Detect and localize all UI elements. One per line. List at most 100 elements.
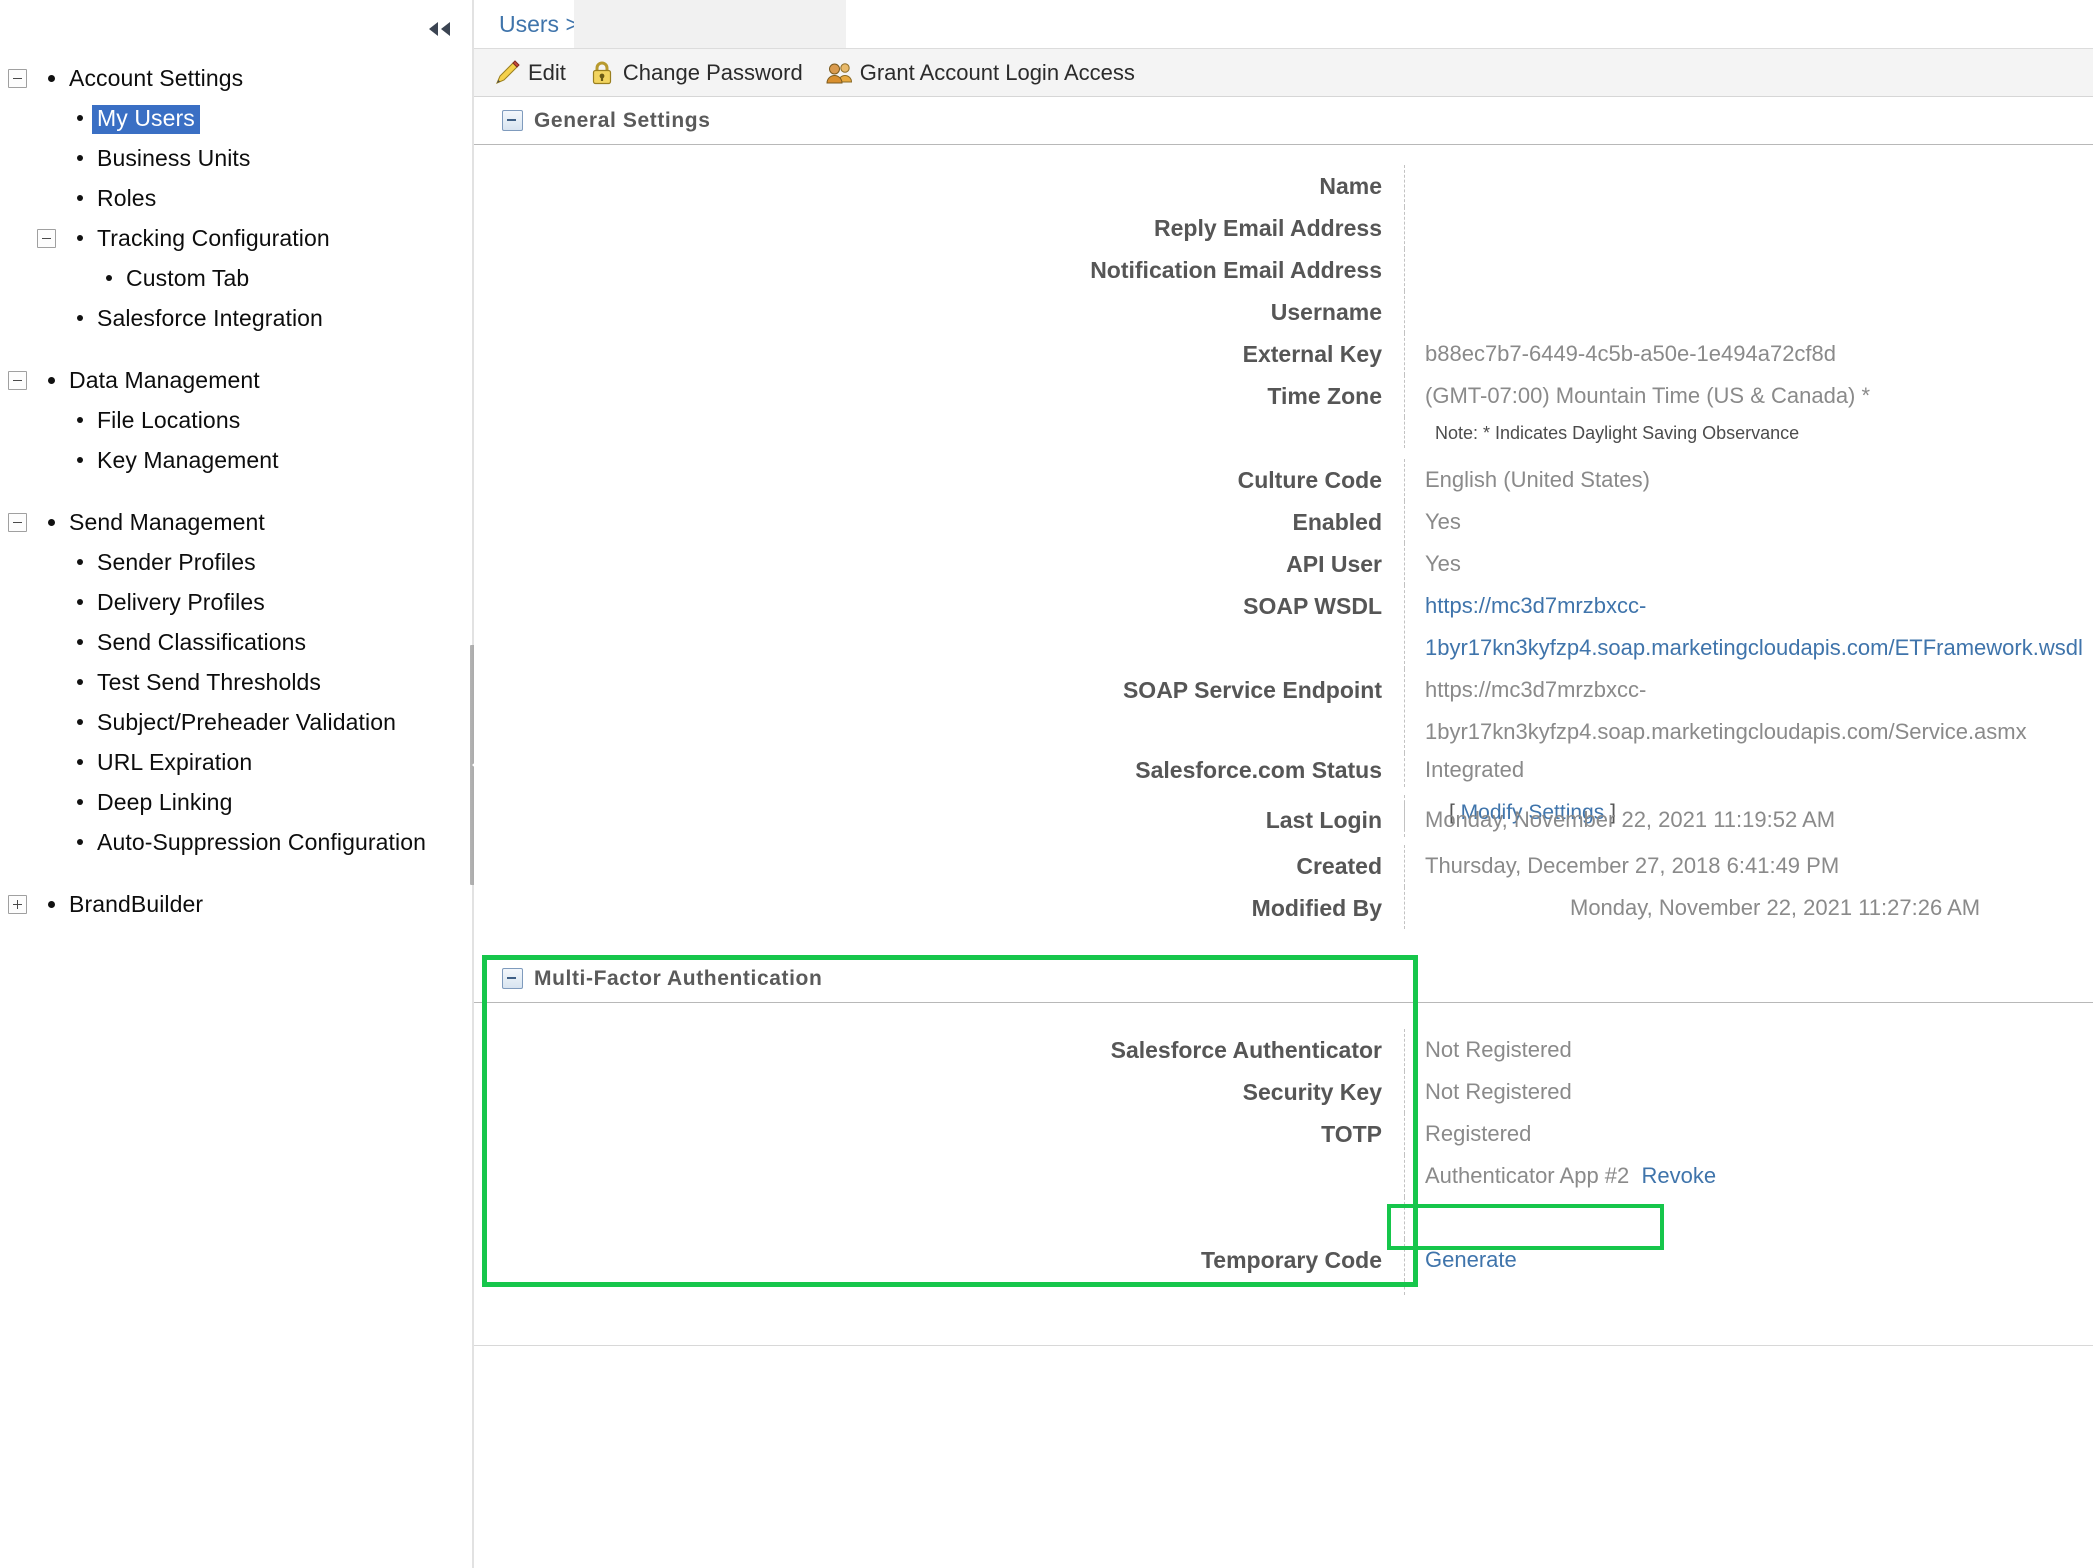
tree-toggle-minus-icon[interactable] <box>8 69 27 88</box>
sidebar-item-send-management[interactable]: Send Management <box>0 502 473 542</box>
field-label: Reply Email Address <box>1154 215 1382 241</box>
field-value: Thursday, December 27, 2018 6:41:49 PM <box>1404 845 2093 887</box>
bullet-icon <box>48 518 55 526</box>
bullet-icon <box>77 719 83 725</box>
bullet-icon <box>77 639 83 645</box>
tree-toggle-minus-icon[interactable] <box>37 229 56 248</box>
sidebar-item-label: Business Units <box>97 144 251 171</box>
grant-account-login-access-label: Grant Account Login Access <box>859 59 1135 85</box>
field-row-reply-email-address: Reply Email Address <box>474 207 2093 249</box>
sidebar-item-deep-linking[interactable]: Deep Linking <box>0 782 473 822</box>
sidebar-collapse-button[interactable] <box>425 14 455 44</box>
sidebar-item-business-units[interactable]: Business Units <box>0 138 473 178</box>
change-password-button[interactable]: Change Password <box>588 51 803 95</box>
field-label: Modified By <box>1251 895 1382 921</box>
bullet-icon <box>77 235 83 241</box>
section-divider <box>474 1345 2093 1346</box>
nav-group-data-management: Data Management File Locations Key Manag… <box>0 360 473 480</box>
sidebar-item-sender-profiles[interactable]: Sender Profiles <box>0 542 473 582</box>
sidebar-item-brandbuilder[interactable]: BrandBuilder <box>0 884 473 924</box>
field-label: API User <box>1286 551 1382 577</box>
field-label: Time Zone <box>1267 383 1382 409</box>
field-value: Yes <box>1404 543 2093 585</box>
field-row-time-zone: Time Zone (GMT-07:00) Mountain Time (US … <box>474 375 2093 417</box>
sidebar-item-label: Account Settings <box>69 64 244 91</box>
pencil-icon <box>493 59 521 87</box>
field-value: https://mc3d7mrzbxcc-1byr17kn3kyfzp4.soa… <box>1404 669 2093 753</box>
section-collapse-minus-icon[interactable] <box>502 968 523 989</box>
field-label: Culture Code <box>1237 467 1382 493</box>
grant-account-login-access-button[interactable]: Grant Account Login Access <box>825 51 1135 95</box>
field-value: Registered <box>1404 1113 2093 1155</box>
sidebar-item-data-management[interactable]: Data Management <box>0 360 473 400</box>
edit-button[interactable]: Edit <box>493 51 566 95</box>
section-title: Multi-Factor Authentication <box>534 966 823 990</box>
section-title: General Settings <box>534 108 711 132</box>
breadcrumb-users-link[interactable]: Users > <box>499 11 579 38</box>
field-row-soap-service-endpoint: SOAP Service Endpoint https://mc3d7mrzbx… <box>474 669 2093 753</box>
field-label: Salesforce Authenticator <box>1110 1037 1382 1063</box>
field-value <box>1404 165 2093 207</box>
tree-toggle-minus-icon[interactable] <box>8 371 27 390</box>
sidebar-item-label: Roles <box>97 184 157 211</box>
sidebar-item-label: Test Send Thresholds <box>97 668 322 695</box>
content-scroll-area: General Settings Name Reply Email Addres… <box>474 97 2093 1568</box>
tree-toggle-minus-icon[interactable] <box>8 513 27 532</box>
sidebar-item-roles[interactable]: Roles <box>0 178 473 218</box>
sidebar-item-url-expiration[interactable]: URL Expiration <box>0 742 473 782</box>
bullet-icon <box>77 839 83 845</box>
sidebar-item-label: Custom Tab <box>126 264 250 291</box>
sidebar-item-account-settings[interactable]: Account Settings <box>0 58 473 98</box>
two-users-icon <box>825 59 853 87</box>
sidebar-item-label: Auto-Suppression Configuration <box>97 828 427 855</box>
field-label: Username <box>1270 299 1382 325</box>
section-collapse-minus-icon[interactable] <box>502 110 523 131</box>
sidebar-item-label: Deep Linking <box>97 788 233 815</box>
sidebar-item-label: My Users <box>92 104 200 134</box>
field-row-temporary-code: Temporary Code Generate <box>474 1239 2093 1281</box>
field-row-salesforce-status: Salesforce.com Status Integrated <box>474 753 2093 795</box>
field-label: Created <box>1296 853 1382 879</box>
bullet-icon <box>106 275 112 281</box>
edit-label: Edit <box>528 59 566 85</box>
sidebar-item-send-classifications[interactable]: Send Classifications <box>0 622 473 662</box>
sidebar-item-label: Delivery Profiles <box>97 588 265 615</box>
sidebar-item-label: Subject/Preheader Validation <box>97 708 397 735</box>
mfa-form: Salesforce Authenticator Not Registered … <box>474 1003 2093 1323</box>
tree-toggle-plus-icon[interactable] <box>8 895 27 914</box>
sidebar-item-key-management[interactable]: Key Management <box>0 440 473 480</box>
sidebar-item-auto-suppression-configuration[interactable]: Auto-Suppression Configuration <box>0 822 473 862</box>
field-row-created: Created Thursday, December 27, 2018 6:41… <box>474 845 2093 887</box>
sidebar-item-my-users[interactable]: My Users <box>0 98 473 138</box>
sidebar-item-custom-tab[interactable]: Custom Tab <box>0 258 473 298</box>
bullet-icon <box>77 559 83 565</box>
soap-wsdl-link[interactable]: https://mc3d7mrzbxcc-1byr17kn3kyfzp4.soa… <box>1404 585 2093 669</box>
change-password-label: Change Password <box>622 59 803 85</box>
bullet-icon <box>77 115 83 121</box>
field-row-modified-by: Modified By Monday, November 22, 2021 11… <box>474 887 2093 929</box>
sidebar-item-subject-preheader-validation[interactable]: Subject/Preheader Validation <box>0 702 473 742</box>
bullet-icon <box>48 900 55 908</box>
field-row-enabled: Enabled Yes <box>474 501 2093 543</box>
field-row-totp: TOTP Registered <box>474 1113 2093 1155</box>
field-row-salesforce-authenticator: Salesforce Authenticator Not Registered <box>474 1029 2093 1071</box>
field-row-soap-wsdl: SOAP WSDL https://mc3d7mrzbxcc-1byr17kn3… <box>474 585 2093 669</box>
field-label: Last Login <box>1265 807 1382 833</box>
field-label: Enabled <box>1292 509 1382 535</box>
generate-link[interactable]: Generate <box>1425 1247 1517 1272</box>
bullet-icon <box>77 457 83 463</box>
bullet-icon <box>48 376 55 384</box>
field-row-spacer <box>474 1197 2093 1239</box>
sidebar-item-delivery-profiles[interactable]: Delivery Profiles <box>0 582 473 622</box>
bullet-icon <box>77 195 83 201</box>
bullet-icon <box>48 74 55 82</box>
field-value: Not Registered <box>1404 1029 2093 1071</box>
field-row-security-key: Security Key Not Registered <box>474 1071 2093 1113</box>
sidebar-item-file-locations[interactable]: File Locations <box>0 400 473 440</box>
main-panel: Users > Edit Change Password Grant Accou… <box>474 0 2093 1568</box>
sidebar-item-test-send-thresholds[interactable]: Test Send Thresholds <box>0 662 473 702</box>
action-toolbar: Edit Change Password Grant Account Login… <box>474 49 2093 97</box>
sidebar-item-tracking-configuration[interactable]: Tracking Configuration <box>0 218 473 258</box>
sidebar-item-salesforce-integration[interactable]: Salesforce Integration <box>0 298 473 338</box>
revoke-link[interactable]: Revoke <box>1642 1163 1717 1188</box>
